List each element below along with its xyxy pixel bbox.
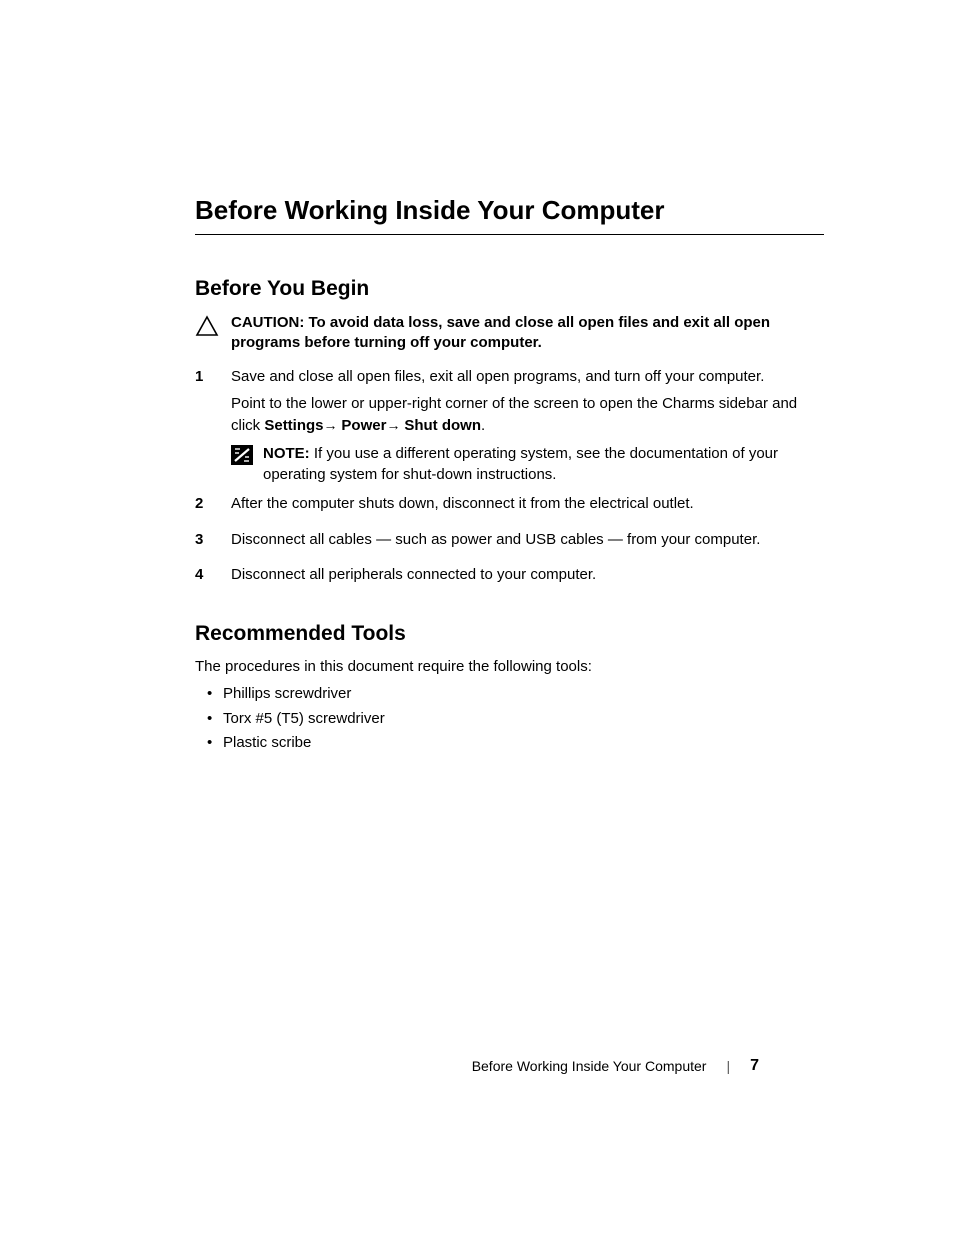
section-before-you-begin: Before You Begin CAUTION: To avoid data …: [195, 277, 824, 592]
list-item: Phillips screwdriver: [223, 683, 824, 706]
caution-block: CAUTION: To avoid data loss, save and cl…: [195, 313, 824, 354]
step-item: After the computer shuts down, disconnec…: [195, 493, 824, 521]
section-intro: The procedures in this document require …: [195, 658, 824, 675]
caution-label: CAUTION:: [231, 314, 304, 331]
caution-icon: [195, 315, 223, 342]
list-item: Plastic scribe: [223, 732, 824, 755]
caution-text: CAUTION: To avoid data loss, save and cl…: [231, 313, 824, 354]
steps-list: Save and close all open files, exit all …: [195, 366, 824, 593]
note-block: NOTE: If you use a different operating s…: [231, 443, 824, 485]
section-heading: Recommended Tools: [195, 622, 824, 646]
section-heading: Before You Begin: [195, 277, 824, 301]
step-text: Disconnect all cables — such as power an…: [231, 529, 824, 551]
note-body: If you use a different operating system,…: [263, 445, 778, 483]
note-text: NOTE: If you use a different operating s…: [263, 443, 824, 485]
settings-path: Point to the lower or upper-right corner…: [231, 393, 824, 437]
list-item: Torx #5 (T5) screwdriver: [223, 708, 824, 731]
footer-title: Before Working Inside Your Computer: [472, 1058, 707, 1074]
step-text: Disconnect all peripherals connected to …: [231, 564, 824, 586]
note-icon: [231, 445, 253, 465]
caution-body: To avoid data loss, save and close all o…: [231, 314, 770, 351]
page-title: Before Working Inside Your Computer: [195, 195, 824, 235]
tools-list: Phillips screwdriver Torx #5 (T5) screwd…: [195, 683, 824, 755]
page-footer: Before Working Inside Your Computer | 7: [472, 1057, 759, 1075]
step-item: Save and close all open files, exit all …: [195, 366, 824, 485]
step-text: Save and close all open files, exit all …: [231, 366, 824, 388]
note-label: NOTE:: [263, 445, 310, 462]
step-text: After the computer shuts down, disconnec…: [231, 493, 824, 515]
footer-page-number: 7: [750, 1057, 759, 1075]
step-item: Disconnect all peripherals connected to …: [195, 564, 824, 592]
step-item: Disconnect all cables — such as power an…: [195, 529, 824, 557]
document-page: Before Working Inside Your Computer Befo…: [0, 0, 954, 755]
footer-separator: |: [726, 1058, 730, 1074]
section-recommended-tools: Recommended Tools The procedures in this…: [195, 622, 824, 755]
